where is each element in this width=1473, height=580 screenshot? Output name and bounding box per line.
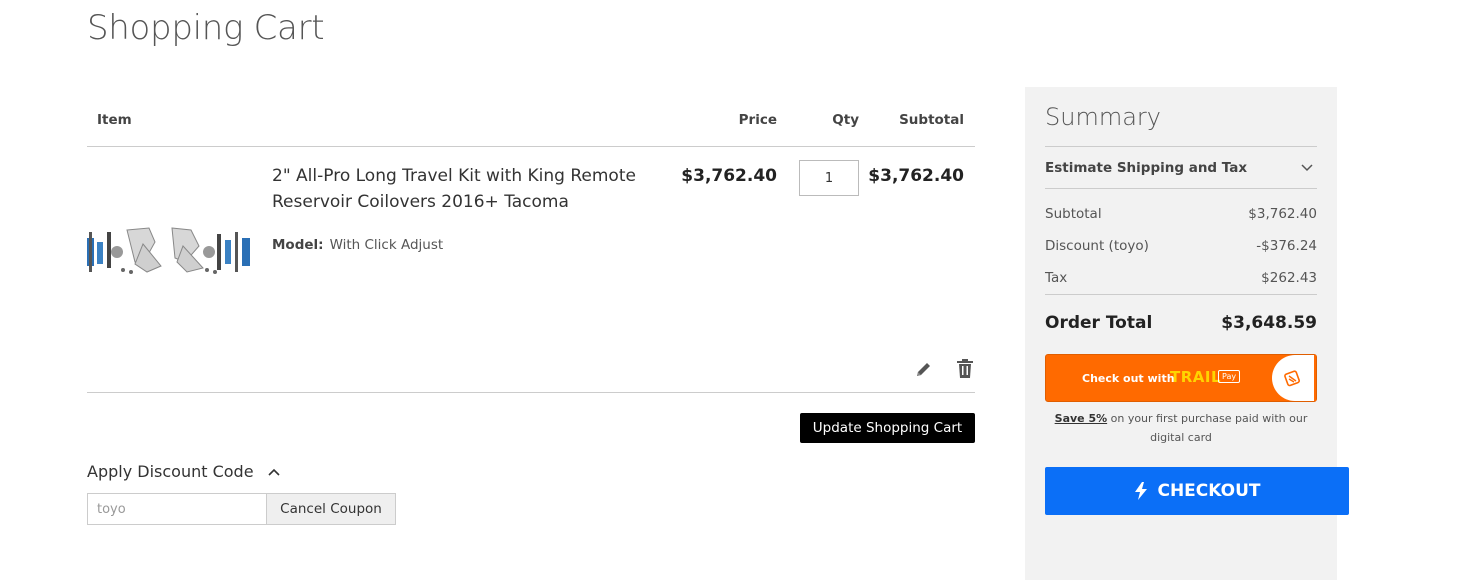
summary-line-label: Subtotal [1045,206,1102,222]
page-title: Shopping Cart [87,8,325,48]
order-total-label: Order Total [1045,313,1153,333]
cart-table-header: Item Price Qty Subtotal [87,102,975,147]
save-percent-link[interactable]: Save 5% [1055,412,1107,425]
item-subtotal: $3,762.40 [868,166,964,186]
trail-pay-button[interactable]: Check out with TRAIL Pay [1045,354,1317,402]
chevron-down-icon [1301,164,1313,172]
checkout-button[interactable]: CHECKOUT [1045,467,1349,515]
product-thumbnail[interactable] [87,222,253,278]
summary-subtotal: Subtotal $3,762.40 [1045,206,1317,222]
header-item: Item [97,112,132,128]
header-price: Price [738,112,777,128]
trail-save-note: Save 5% on your first purchase paid with… [1045,409,1317,447]
summary-line-value: -$376.24 [1256,238,1317,254]
summary-line-label: Discount (toyo) [1045,238,1149,254]
pencil-icon[interactable] [915,360,933,378]
save-note-text: on your first purchase paid with our dig… [1107,412,1308,444]
model-value: With Click Adjust [329,237,444,253]
checkout-label: CHECKOUT [1157,481,1261,501]
summary-line-value: $262.43 [1261,270,1317,286]
trail-logo: TRAIL [1170,368,1222,386]
row-divider [87,392,975,393]
order-total-value: $3,648.59 [1221,313,1317,333]
estimate-shipping-label: Estimate Shipping and Tax [1045,160,1248,176]
summary-line-label: Tax [1045,270,1068,286]
discount-toggle[interactable]: Apply Discount Code [87,462,280,481]
trash-icon[interactable] [957,359,973,378]
summary-title: Summary [1045,103,1161,131]
item-price: $3,762.40 [681,166,777,186]
lightning-icon [1135,482,1148,500]
card-icon [1284,370,1300,387]
product-name-link[interactable]: 2" All-Pro Long Travel Kit with King Rem… [272,163,672,215]
summary-line-value: $3,762.40 [1248,206,1317,222]
order-total: Order Total $3,648.59 [1045,313,1317,333]
trail-card-badge [1272,355,1316,401]
cancel-coupon-button[interactable]: Cancel Coupon [266,493,396,525]
product-options: Model: With Click Adjust [272,237,443,253]
model-label: Model: [272,237,324,253]
trail-pay-text: Check out with [1082,372,1175,385]
update-cart-button[interactable]: Update Shopping Cart [800,413,975,443]
trail-pay-badge: Pay [1218,370,1241,383]
summary-discount: Discount (toyo) -$376.24 [1045,238,1317,254]
chevron-up-icon [267,468,280,476]
estimate-shipping-toggle[interactable]: Estimate Shipping and Tax [1045,146,1317,189]
discount-code-input[interactable] [87,493,267,525]
summary-tax: Tax $262.43 [1045,270,1317,286]
summary-divider [1045,294,1317,295]
header-subtotal: Subtotal [899,112,964,128]
qty-input[interactable] [799,160,859,196]
discount-toggle-label: Apply Discount Code [87,462,254,481]
header-qty: Qty [832,112,859,128]
